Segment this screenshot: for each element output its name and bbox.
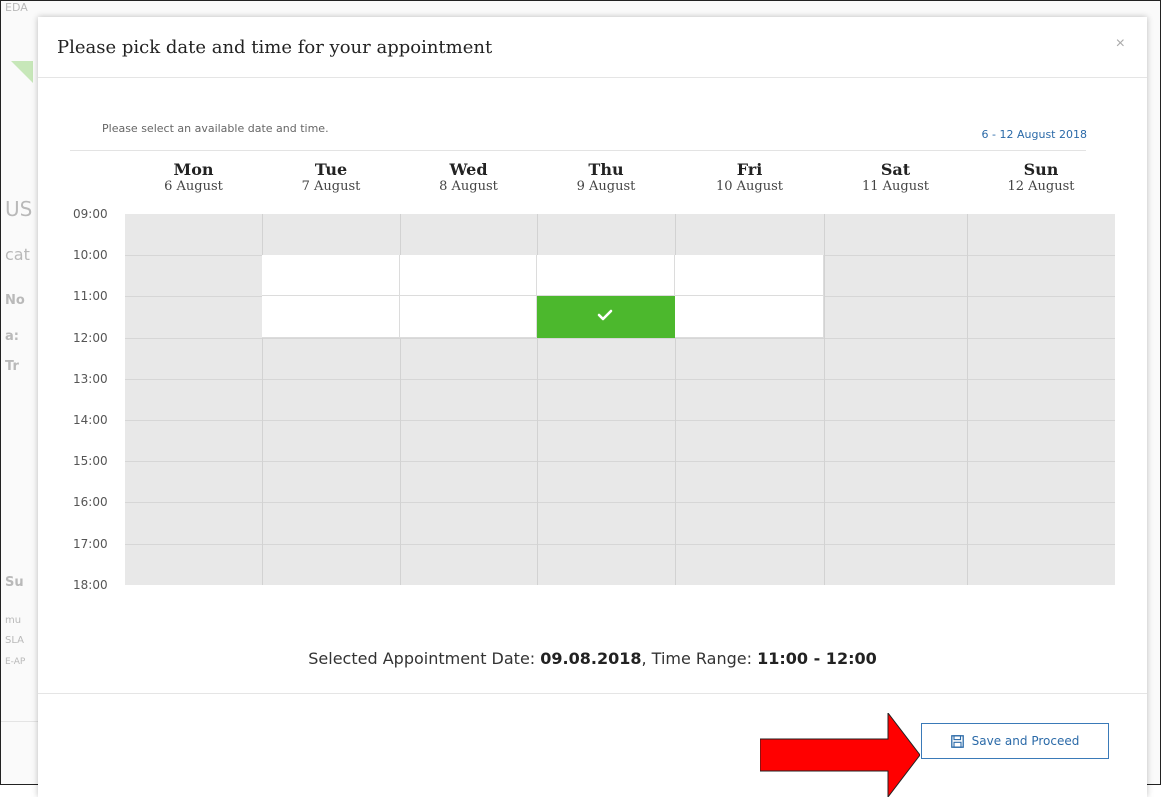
summary-date-label: Selected Appointment Date: bbox=[308, 649, 541, 668]
day-date: 10 August bbox=[715, 179, 784, 194]
day-header-thu: Thu 9 August bbox=[537, 161, 675, 195]
available-time-slot[interactable] bbox=[262, 255, 400, 296]
background-fragment: SLA bbox=[5, 635, 24, 646]
background-fragment: No bbox=[5, 293, 25, 308]
background-fragment: Su bbox=[5, 575, 24, 590]
selected-time-slot[interactable] bbox=[537, 296, 675, 338]
day-name: Tue bbox=[314, 160, 348, 179]
day-header-tue: Tue 7 August bbox=[262, 161, 400, 195]
background-fragment: a: bbox=[5, 329, 19, 344]
background-fragment: EDA bbox=[5, 1, 28, 14]
calendar-instruction: Please select an available date and time… bbox=[102, 122, 329, 135]
time-label: 09:00 bbox=[73, 207, 108, 221]
summary-range-value: 11:00 - 12:00 bbox=[757, 649, 877, 668]
available-time-slot[interactable] bbox=[537, 255, 675, 296]
background-accent bbox=[11, 61, 33, 83]
time-label: 14:00 bbox=[73, 413, 108, 427]
time-label: 16:00 bbox=[73, 495, 108, 510]
time-label: 15:00 bbox=[73, 454, 108, 469]
save-and-proceed-label: Save and Proceed bbox=[971, 734, 1080, 748]
day-header-sat: Sat 11 August bbox=[824, 161, 967, 195]
modal-header: Please pick date and time for your appoi… bbox=[38, 17, 1147, 78]
day-date: 6 August bbox=[164, 179, 223, 194]
header-divider bbox=[70, 150, 1086, 151]
red-arrow-icon bbox=[760, 713, 920, 797]
day-date: 7 August bbox=[301, 179, 361, 194]
summary-range-label: , Time Range: bbox=[641, 649, 758, 668]
background-fragment: mu bbox=[5, 615, 22, 626]
time-label: 11:00 bbox=[73, 289, 108, 304]
day-header-wed: Wed 8 August bbox=[400, 161, 537, 195]
time-label: 13:00 bbox=[73, 371, 108, 386]
appointment-modal: Please pick date and time for your appoi… bbox=[38, 17, 1147, 797]
available-time-slot[interactable] bbox=[675, 296, 824, 338]
day-header-sun: Sun 12 August bbox=[967, 161, 1115, 195]
day-name: Wed bbox=[449, 160, 488, 179]
check-icon bbox=[597, 309, 613, 321]
footer-divider bbox=[38, 693, 1147, 694]
day-name: Mon bbox=[173, 160, 214, 179]
available-time-slot[interactable] bbox=[262, 296, 400, 338]
selected-appointment-summary: Selected Appointment Date: 09.08.2018, T… bbox=[38, 649, 1147, 668]
day-date: 12 August bbox=[1007, 179, 1075, 194]
time-label: 12:00 bbox=[73, 330, 108, 345]
floppy-disk-icon bbox=[950, 734, 964, 748]
background-divider bbox=[1, 721, 41, 722]
background-fragment: cat bbox=[5, 245, 30, 264]
time-label: 10:00 bbox=[73, 248, 108, 263]
background-fragment: E-AP bbox=[5, 657, 26, 667]
save-and-proceed-button[interactable]: Save and Proceed bbox=[921, 723, 1109, 759]
day-name: Sun bbox=[1023, 160, 1059, 179]
grid-column-line bbox=[967, 214, 968, 585]
week-range: 6 - 12 August 2018 bbox=[981, 128, 1087, 141]
available-time-slot[interactable] bbox=[400, 255, 537, 296]
grid-column-line bbox=[824, 214, 825, 585]
day-name: Sat bbox=[880, 160, 911, 179]
day-header-fri: Fri 10 August bbox=[675, 161, 824, 195]
day-name: Thu bbox=[588, 160, 624, 179]
day-name: Fri bbox=[736, 160, 763, 179]
time-label: 18:00 bbox=[73, 577, 108, 592]
available-time-slot[interactable] bbox=[400, 296, 537, 338]
modal-title: Please pick date and time for your appoi… bbox=[57, 37, 493, 58]
calendar-grid bbox=[125, 214, 1115, 585]
summary-date-value: 09.08.2018 bbox=[540, 649, 642, 668]
available-time-slot[interactable] bbox=[675, 255, 824, 296]
day-date: 9 August bbox=[576, 179, 636, 194]
day-date: 11 August bbox=[861, 179, 930, 194]
time-label: 17:00 bbox=[73, 536, 108, 551]
close-icon[interactable]: × bbox=[1116, 35, 1125, 53]
background-fragment: US bbox=[5, 197, 33, 221]
day-header-mon: Mon 6 August bbox=[125, 161, 262, 195]
background-fragment: Tr bbox=[5, 359, 19, 374]
day-date: 8 August bbox=[439, 179, 498, 194]
